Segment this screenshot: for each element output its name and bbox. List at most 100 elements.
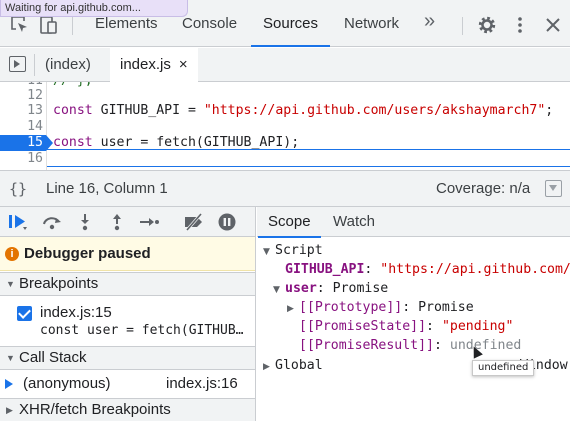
expand-triangle-icon: ▼ (273, 285, 280, 295)
breakpoint-marker[interactable]: 15 (0, 135, 53, 151)
frame-function-name: (anonymous) (23, 375, 111, 392)
info-icon: i (5, 247, 19, 261)
file-tabs-bar: (index) index.js × (0, 48, 570, 82)
scope-property[interactable]: ▶ [[Prototype]]: Promise (287, 298, 474, 317)
step-into-icon[interactable] (74, 212, 96, 232)
debugger-paused-text: Debugger paused (24, 245, 151, 262)
step-out-icon[interactable] (106, 212, 128, 232)
scope-global-node[interactable]: ▶ Global (263, 356, 323, 375)
deactivate-breakpoints-icon[interactable] (183, 212, 205, 232)
file-tab-index[interactable]: (index) (45, 48, 91, 82)
breakpoint-code: const user = fetch(GITHUB… (40, 323, 244, 338)
cursor-position: Line 16, Column 1 (46, 180, 168, 197)
property-value: Promise (418, 300, 474, 315)
colon: : (426, 319, 442, 334)
tab-scope[interactable]: Scope (258, 207, 320, 238)
section-label: Breakpoints (19, 275, 99, 292)
pretty-print-icon[interactable]: {} (9, 171, 27, 207)
breakpoints-section-header[interactable]: ▼ Breakpoints (0, 272, 255, 296)
collapsed-triangle-icon: ▶ (263, 362, 270, 372)
property-name: [[Prototype]] (299, 300, 403, 315)
step-icon[interactable] (138, 212, 160, 232)
resume-icon[interactable] (8, 212, 30, 232)
variable-name: GITHUB_API (285, 262, 365, 277)
property-value: undefined (449, 338, 522, 353)
scope-pane: Scope Watch ▼ Script GITHUB_API: "https:/… (257, 207, 570, 421)
code-identifier: GITHUB_API = (92, 103, 204, 118)
property-value: "pending" (441, 319, 514, 334)
code-keyword: const (53, 103, 93, 118)
variable-value: "https://api.github.com/u (380, 262, 570, 277)
frame-location[interactable]: index.js:16 (166, 371, 238, 397)
line-number[interactable]: 12 (0, 88, 46, 104)
coverage-status: Coverage: n/a (436, 180, 531, 197)
current-frame-arrow-icon (5, 379, 13, 389)
code-editor[interactable]: 11 // }; 12 13 const GITHUB_API = "https… (0, 82, 570, 170)
expand-triangle-icon: ▼ (6, 353, 15, 363)
code-text: const GITHUB_API = "https://api.github.c… (53, 103, 553, 119)
colon: : (402, 300, 419, 315)
coverage-drawer-icon[interactable] (545, 180, 562, 197)
code-line: 13 const GITHUB_API = "https://api.githu… (0, 103, 570, 119)
scope-variable[interactable]: ▼ user: Promise (273, 279, 388, 298)
line-number[interactable]: 16 (0, 151, 46, 167)
more-options-icon[interactable] (509, 14, 531, 36)
call-stack-section-header[interactable]: ▼ Call Stack (0, 346, 255, 370)
tab-watch[interactable]: Watch (333, 207, 375, 237)
scope-property[interactable]: [[PromiseResult]]: undefined (299, 336, 521, 355)
colon: : (316, 281, 333, 296)
debugger-toolbar (0, 207, 255, 237)
variable-value: Promise (332, 281, 389, 296)
toolbar-divider (34, 54, 35, 76)
collapsed-triangle-icon: ▶ (6, 405, 13, 415)
scope-property[interactable]: [[PromiseState]]: "pending" (299, 317, 513, 336)
expand-triangle-icon: ▼ (6, 279, 15, 289)
toolbar-divider (462, 17, 463, 35)
collapsed-triangle-icon: ▶ (287, 304, 294, 314)
breakpoint-checkbox[interactable] (17, 306, 32, 321)
file-tab-label: index.js (120, 56, 171, 73)
code-line: 14 (0, 119, 570, 135)
scope-label: Script (275, 243, 323, 258)
section-label: XHR/fetch Breakpoints (19, 401, 171, 418)
xhr-breakpoints-section-header[interactable]: ▶ XHR/fetch Breakpoints (0, 398, 255, 421)
call-frame[interactable]: (anonymous) index.js:16 (0, 371, 255, 397)
value-tooltip: undefined (472, 360, 535, 376)
code-keyword: const (53, 135, 93, 150)
line-number[interactable]: 14 (0, 119, 46, 135)
line-number[interactable]: 13 (0, 103, 46, 119)
more-tabs-icon[interactable]: » (424, 10, 435, 33)
colon: : (433, 338, 450, 353)
property-name: [[PromiseState]] (299, 319, 427, 334)
colon: : (364, 262, 381, 277)
toolbar-divider (72, 17, 73, 35)
tab-sources[interactable]: Sources (250, 0, 331, 47)
close-tab-icon[interactable]: × (179, 56, 188, 73)
section-label: Call Stack (19, 349, 87, 366)
close-icon[interactable] (542, 14, 564, 36)
editor-status-bar: {} Line 16, Column 1 Coverage: n/a (0, 170, 570, 207)
breakpoint-location: index.js:15 (40, 304, 112, 321)
scope-label: Global (275, 358, 323, 373)
code-line: 12 (0, 88, 570, 104)
tab-network[interactable]: Network (340, 0, 403, 47)
gear-icon[interactable] (476, 14, 498, 36)
current-line-highlight (47, 149, 570, 167)
variable-name: user (285, 281, 317, 296)
file-tab-index-js[interactable]: index.js × (110, 48, 198, 82)
expand-triangle-icon: ▼ (263, 247, 270, 257)
loading-status-bubble: Waiting for api.github.com... (0, 0, 188, 17)
debugger-sidebar: i Debugger paused ▼ Breakpoints index.js… (0, 207, 256, 421)
breakpoint-item[interactable]: index.js:15 const user = fetch(GITHUB… (0, 302, 255, 346)
property-name: [[PromiseResult]] (299, 338, 434, 353)
scope-variable[interactable]: GITHUB_API: "https://api.github.com/u (285, 260, 570, 279)
code-string: "https://api.github.com/users/akshaymarc… (203, 103, 546, 118)
scope-script-node[interactable]: ▼ Script (263, 241, 323, 260)
show-navigator-icon[interactable] (9, 56, 26, 72)
step-over-icon[interactable] (41, 212, 63, 232)
scope-tabs-bar: Scope Watch (257, 207, 570, 238)
device-toolbar-icon[interactable] (38, 14, 60, 36)
pause-on-exceptions-icon[interactable] (216, 212, 238, 232)
inspect-element-icon[interactable] (9, 14, 31, 36)
code-identifier: user = fetch(GITHUB_API); (92, 135, 300, 150)
